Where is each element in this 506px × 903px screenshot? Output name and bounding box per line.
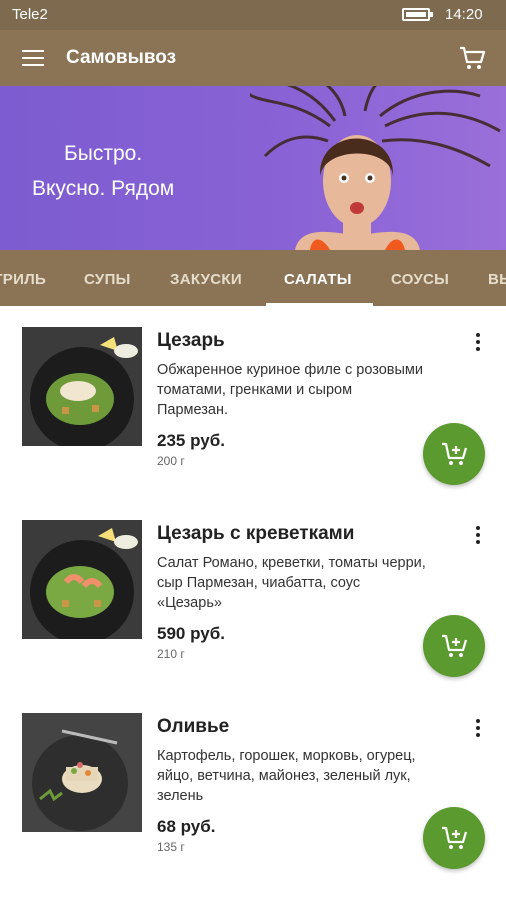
banner-slogan: Быстро. Вкусно. Рядом (32, 136, 174, 206)
battery-icon (402, 8, 433, 21)
add-to-cart-button[interactable] (423, 423, 485, 485)
carrier-label: Tele2 (12, 6, 48, 23)
more-options-icon[interactable] (470, 331, 486, 353)
tab-appetizers[interactable]: ЗАКУСКИ (170, 271, 242, 288)
list-item[interactable]: Цезарь Обжаренное куриное филе с розовым… (0, 327, 506, 517)
item-price: 590 руб. (157, 624, 225, 643)
banner-photo (250, 86, 501, 250)
item-description: Картофель, горошек, морковь, огурец, яйц… (157, 748, 416, 804)
banner-line-1: Быстро. (64, 142, 143, 165)
item-description: Обжаренное куриное филе с розовыми томат… (157, 362, 423, 418)
tab-salads[interactable]: САЛАТЫ (284, 271, 352, 288)
cart-icon[interactable] (458, 44, 486, 72)
page-title: Самовывоз (66, 47, 177, 68)
add-to-cart-icon (442, 442, 468, 465)
tab-grill[interactable]: ГРИЛЬ (0, 271, 46, 288)
clock: 14:20 (445, 6, 483, 23)
item-weight: 200 г (157, 454, 185, 468)
banner-line-2: Вкусно. Рядом (32, 177, 175, 200)
item-photo (22, 327, 142, 446)
item-price: 68 руб. (157, 817, 216, 836)
more-options-icon[interactable] (470, 524, 486, 546)
item-description: Салат Романо, креветки, томаты черри, сы… (157, 555, 426, 611)
item-title: Цезарь с креветками (157, 523, 355, 544)
tab-soups[interactable]: СУПЫ (84, 271, 131, 288)
list-item[interactable]: Цезарь с креветками Салат Романо, кревет… (0, 520, 506, 710)
item-weight: 135 г (157, 840, 185, 854)
status-bar: Tele2 14:20 (0, 0, 506, 30)
active-tab-indicator (266, 303, 373, 306)
app-bar: Самовывоз (0, 30, 506, 86)
tab-more[interactable]: ВЫ (488, 271, 506, 288)
menu-icon[interactable] (22, 50, 44, 66)
promo-banner[interactable]: Быстро. Вкусно. Рядом (0, 86, 506, 250)
add-to-cart-icon (442, 634, 468, 657)
item-title: Оливье (157, 716, 230, 737)
item-photo (22, 713, 142, 832)
add-to-cart-button[interactable] (423, 807, 485, 869)
item-title: Цезарь (157, 330, 225, 351)
tab-sauces[interactable]: СОУСЫ (391, 271, 449, 288)
more-options-icon[interactable] (470, 717, 486, 739)
add-to-cart-button[interactable] (423, 615, 485, 677)
item-photo (22, 520, 142, 639)
category-tabs: ГРИЛЬ СУПЫ ЗАКУСКИ САЛАТЫ СОУСЫ ВЫ (0, 250, 506, 306)
list-item[interactable]: Оливье Картофель, горошек, морковь, огур… (0, 713, 506, 903)
item-weight: 210 г (157, 647, 185, 661)
add-to-cart-icon (442, 826, 468, 849)
item-price: 235 руб. (157, 431, 225, 450)
